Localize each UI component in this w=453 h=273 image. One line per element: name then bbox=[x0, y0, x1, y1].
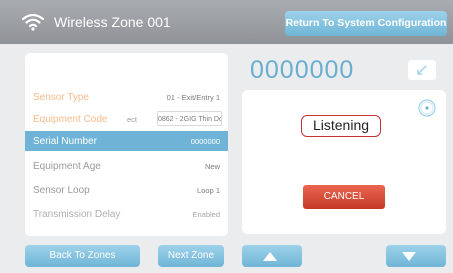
radio-indicator-icon bbox=[418, 99, 436, 117]
sensor-type-row[interactable]: Sensor Type 01 - Exit/Entry 1 bbox=[25, 87, 228, 107]
wifi-icon bbox=[22, 13, 44, 31]
cancel-button[interactable]: CANCEL bbox=[303, 185, 385, 209]
sensor-settings-panel: Sensor Type 01 - Exit/Entry 1 Equipment … bbox=[25, 53, 228, 236]
serial-number-row[interactable]: Serial Number 0000000 bbox=[25, 131, 228, 151]
row-label: Transmission Delay bbox=[33, 209, 121, 220]
row-value: 0000000 bbox=[190, 137, 220, 146]
row-label: Sensor Loop bbox=[33, 185, 90, 196]
row-value: 01 - Exit/Entry 1 bbox=[166, 93, 220, 102]
row-label: Equipment Age bbox=[33, 161, 101, 172]
listening-panel bbox=[242, 90, 446, 234]
row-label: Serial Number bbox=[33, 136, 97, 147]
page-title: Wireless Zone 001 bbox=[54, 14, 171, 30]
scroll-down-button[interactable] bbox=[386, 245, 446, 267]
equipment-code-row[interactable]: Equipment Code ect 0862 - 2GIG Thin Door bbox=[25, 109, 228, 129]
up-arrow-icon bbox=[263, 252, 277, 261]
down-arrow-icon bbox=[402, 252, 416, 261]
serial-number-display: 0000000 bbox=[250, 56, 355, 84]
row-label: Equipment Code bbox=[33, 114, 108, 125]
backspace-button[interactable] bbox=[408, 60, 436, 80]
row-value: Loop 1 bbox=[197, 186, 220, 195]
equipment-code-prefix: ect bbox=[127, 115, 138, 124]
return-to-system-configuration-button[interactable]: Return To System Configuration bbox=[285, 11, 447, 36]
backspace-arrow-icon bbox=[417, 65, 427, 75]
listening-status: Listening bbox=[301, 115, 381, 137]
sensor-loop-row[interactable]: Sensor Loop Loop 1 bbox=[25, 180, 228, 200]
next-zone-button[interactable]: Next Zone bbox=[158, 245, 224, 267]
back-to-zones-button[interactable]: Back To Zones bbox=[25, 245, 140, 267]
equipment-age-row[interactable]: Equipment Age New bbox=[25, 156, 228, 176]
row-label: Sensor Type bbox=[33, 92, 89, 103]
top-bar: Wireless Zone 001 Return To System Confi… bbox=[0, 0, 453, 44]
row-value: New bbox=[204, 162, 220, 171]
equipment-code-field[interactable]: 0862 - 2GIG Thin Door bbox=[157, 111, 222, 126]
row-value: Enabled bbox=[192, 210, 220, 219]
transmission-delay-row[interactable]: Transmission Delay Enabled bbox=[25, 204, 228, 224]
